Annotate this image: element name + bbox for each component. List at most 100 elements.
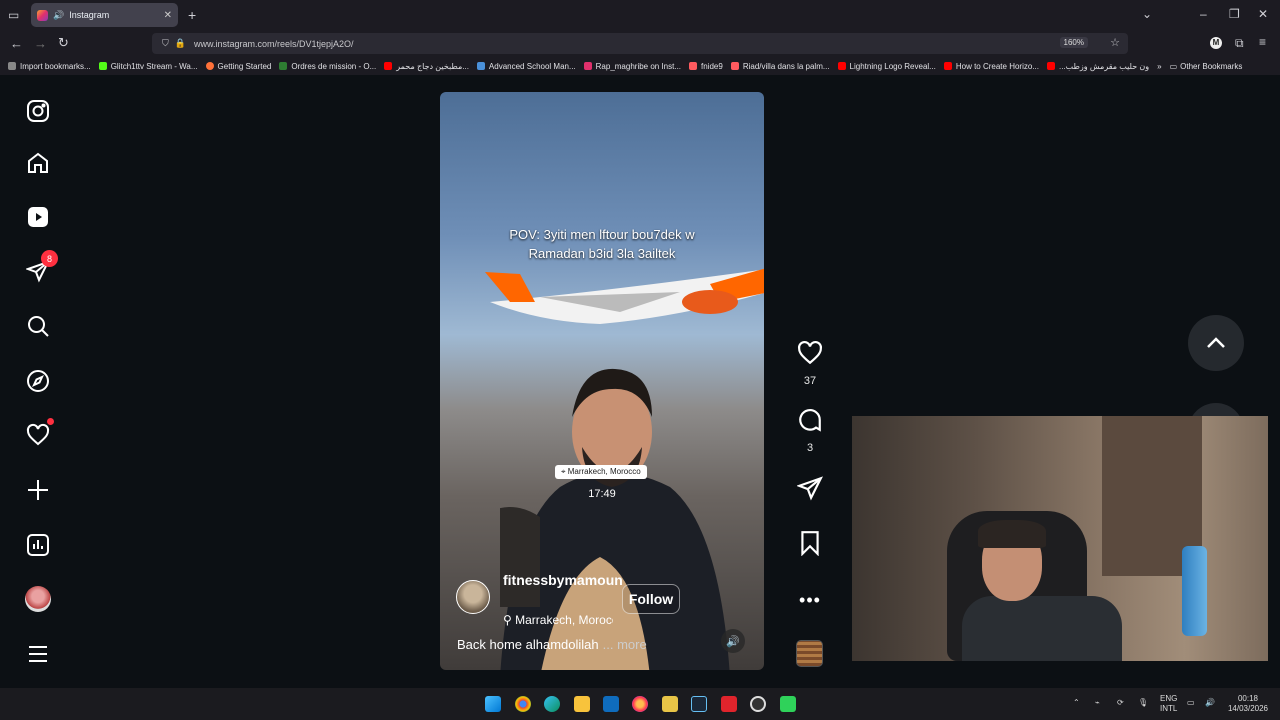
author-location[interactable]: ⚲ Marrakech, Morocco [503,613,613,627]
profile-avatar[interactable]: M [1210,37,1222,49]
navigation-bar: ← → ↻ ⛉ 🔒 www.instagram.com/reels/DV1tje… [0,30,1280,57]
webcam-overlay [852,416,1268,661]
volume-icon[interactable]: 🔊 [721,629,745,653]
like-action[interactable]: 37 [792,340,828,387]
firefox-icon [205,62,214,70]
menu-icon[interactable]: ≡ [1259,36,1266,48]
network-icon[interactable]: ⌁ [1095,698,1100,708]
kick-icon [98,62,107,70]
sync-icon[interactable]: ⟳ [1117,698,1124,708]
speaker-icon[interactable]: 🔊 [53,10,64,21]
heart-icon[interactable] [797,340,823,366]
start-icon[interactable] [485,696,501,712]
shield-site-icon [476,62,485,70]
bookmark-item[interactable]: Ordres de mission - O... [279,62,376,71]
bookmark-item[interactable]: Riad/villa dans la palm... [730,62,830,71]
avatar [25,586,51,612]
shield-icon[interactable]: ⛉ [162,38,169,49]
close-tab-icon[interactable]: ✕ [164,10,172,21]
bookmark-star-icon[interactable]: ☆ [1110,36,1120,49]
reel-overlay-text: POV: 3yiti men lftour bou7dek w Ramadan … [509,227,695,261]
more-options-icon[interactable]: ••• [792,590,828,611]
bookmark-item[interactable]: مطبخين دجاج محمر... [384,62,469,71]
chrome-icon[interactable] [515,696,531,712]
explore-icon[interactable] [24,367,52,395]
more-menu-icon[interactable] [24,640,52,668]
back-icon[interactable]: ← [10,37,23,50]
zoom-level[interactable]: 160% [1059,37,1088,48]
bookmarks-bar: Import bookmarks... Glitch1ttv Stream - … [0,57,1280,75]
bookmark-item[interactable]: Import bookmarks... [8,62,91,71]
audio-thumbnail[interactable] [796,640,823,667]
notifications-icon[interactable] [24,418,54,449]
bookmark-item[interactable]: Advanced School Man... [476,62,576,71]
youtube-icon [837,62,846,70]
location-pin-icon: ⚲ [503,613,512,627]
window-close-icon[interactable]: ✕ [1258,8,1268,20]
youtube-icon [384,62,393,70]
tab-list-icon[interactable]: ▭ [8,9,19,21]
reload-icon[interactable]: ↻ [58,36,69,49]
minimize-icon[interactable]: – [1200,8,1207,20]
lock-icon[interactable]: 🔒 [175,38,186,49]
forward-icon[interactable]: → [34,37,47,50]
kick-taskbar-icon[interactable] [780,696,796,712]
clock[interactable]: 00:18 14/03/2026 [1226,694,1270,714]
like-count[interactable]: 37 [792,375,828,387]
home-icon[interactable] [24,149,52,177]
url-text[interactable]: www.instagram.com/reels/DV1tjepjA2O/ [194,39,354,49]
speaker-tray-icon[interactable]: 🔊 [1205,698,1215,708]
firefox-taskbar-icon[interactable] [632,696,648,712]
bookmarks-overflow-icon[interactable]: » [1157,62,1161,71]
follow-button[interactable]: Follow [622,584,680,614]
reel-video[interactable]: POV: 3yiti men lftour bou7dek w Ramadan … [440,92,764,670]
instagram-icon [583,62,592,70]
bookmark-item[interactable]: fnide9 [689,62,723,71]
comment-icon[interactable] [797,407,823,433]
windows-taskbar: ⌃ ⌁ ⟳ 🎙 ENG INTL ▭ 🔊 00:18 14/03/2026 [0,688,1280,720]
bookmark-icon[interactable] [797,530,823,557]
url-bar[interactable]: ⛉ 🔒 www.instagram.com/reels/DV1tjepjA2O/… [152,33,1128,54]
bookmark-item[interactable]: Rap_maghribe on Inst... [583,62,681,71]
share-icon[interactable] [795,475,823,501]
display-icon[interactable]: ▭ [1187,698,1195,708]
bookmark-item[interactable]: Getting Started [205,62,271,71]
new-tab-icon[interactable]: + [188,8,196,22]
bookmark-item[interactable]: Lightning Logo Reveal... [837,62,936,71]
share-action[interactable] [792,475,828,506]
author-username[interactable]: fitnessbymamoun [503,571,623,590]
instagram-logo-icon[interactable] [24,97,52,125]
bookmark-item[interactable]: ...ون حليب مقرمش وزطب [1046,62,1149,71]
caption-more[interactable]: ... more [603,637,647,652]
outlook-icon[interactable] [603,696,619,712]
bookmark-item[interactable]: How to Create Horizo... [943,62,1039,71]
language-indicator[interactable]: ENG INTL [1160,694,1177,714]
create-icon[interactable] [24,476,52,504]
messages-icon[interactable]: 8 [24,250,58,285]
list-all-tabs-icon[interactable]: ⌄ [1142,8,1152,20]
microphone-icon[interactable]: 🎙 [1138,698,1148,708]
edge-icon[interactable] [544,696,560,712]
search-icon[interactable] [24,312,52,340]
profile-icon[interactable] [24,585,52,613]
tab-instagram[interactable]: 🔊 Instagram ✕ [31,3,178,27]
chevron-up-icon [1207,337,1225,348]
previous-reel-button[interactable] [1188,315,1244,371]
bookmark-item[interactable]: Glitch1ttv Stream - Wa... [98,62,198,71]
restore-icon[interactable]: ❐ [1229,8,1240,20]
save-action[interactable] [792,530,828,561]
other-bookmarks[interactable]: ▭ Other Bookmarks [1170,62,1243,71]
steam-icon[interactable] [691,696,707,712]
author-avatar[interactable] [456,580,490,614]
reel-caption[interactable]: Back home alhamdolilah... more [457,637,647,652]
dashboard-icon[interactable] [24,531,52,559]
comment-count[interactable]: 3 [792,442,828,454]
obs-icon[interactable] [750,696,766,712]
reels-icon[interactable] [24,203,52,231]
tray-overflow-icon[interactable]: ⌃ [1073,698,1080,708]
app-icon[interactable] [721,696,737,712]
file-explorer-icon[interactable] [574,696,590,712]
comment-action[interactable]: 3 [792,407,828,454]
notes-icon[interactable] [662,696,678,712]
extensions-icon[interactable]: ⧉ [1235,37,1244,49]
